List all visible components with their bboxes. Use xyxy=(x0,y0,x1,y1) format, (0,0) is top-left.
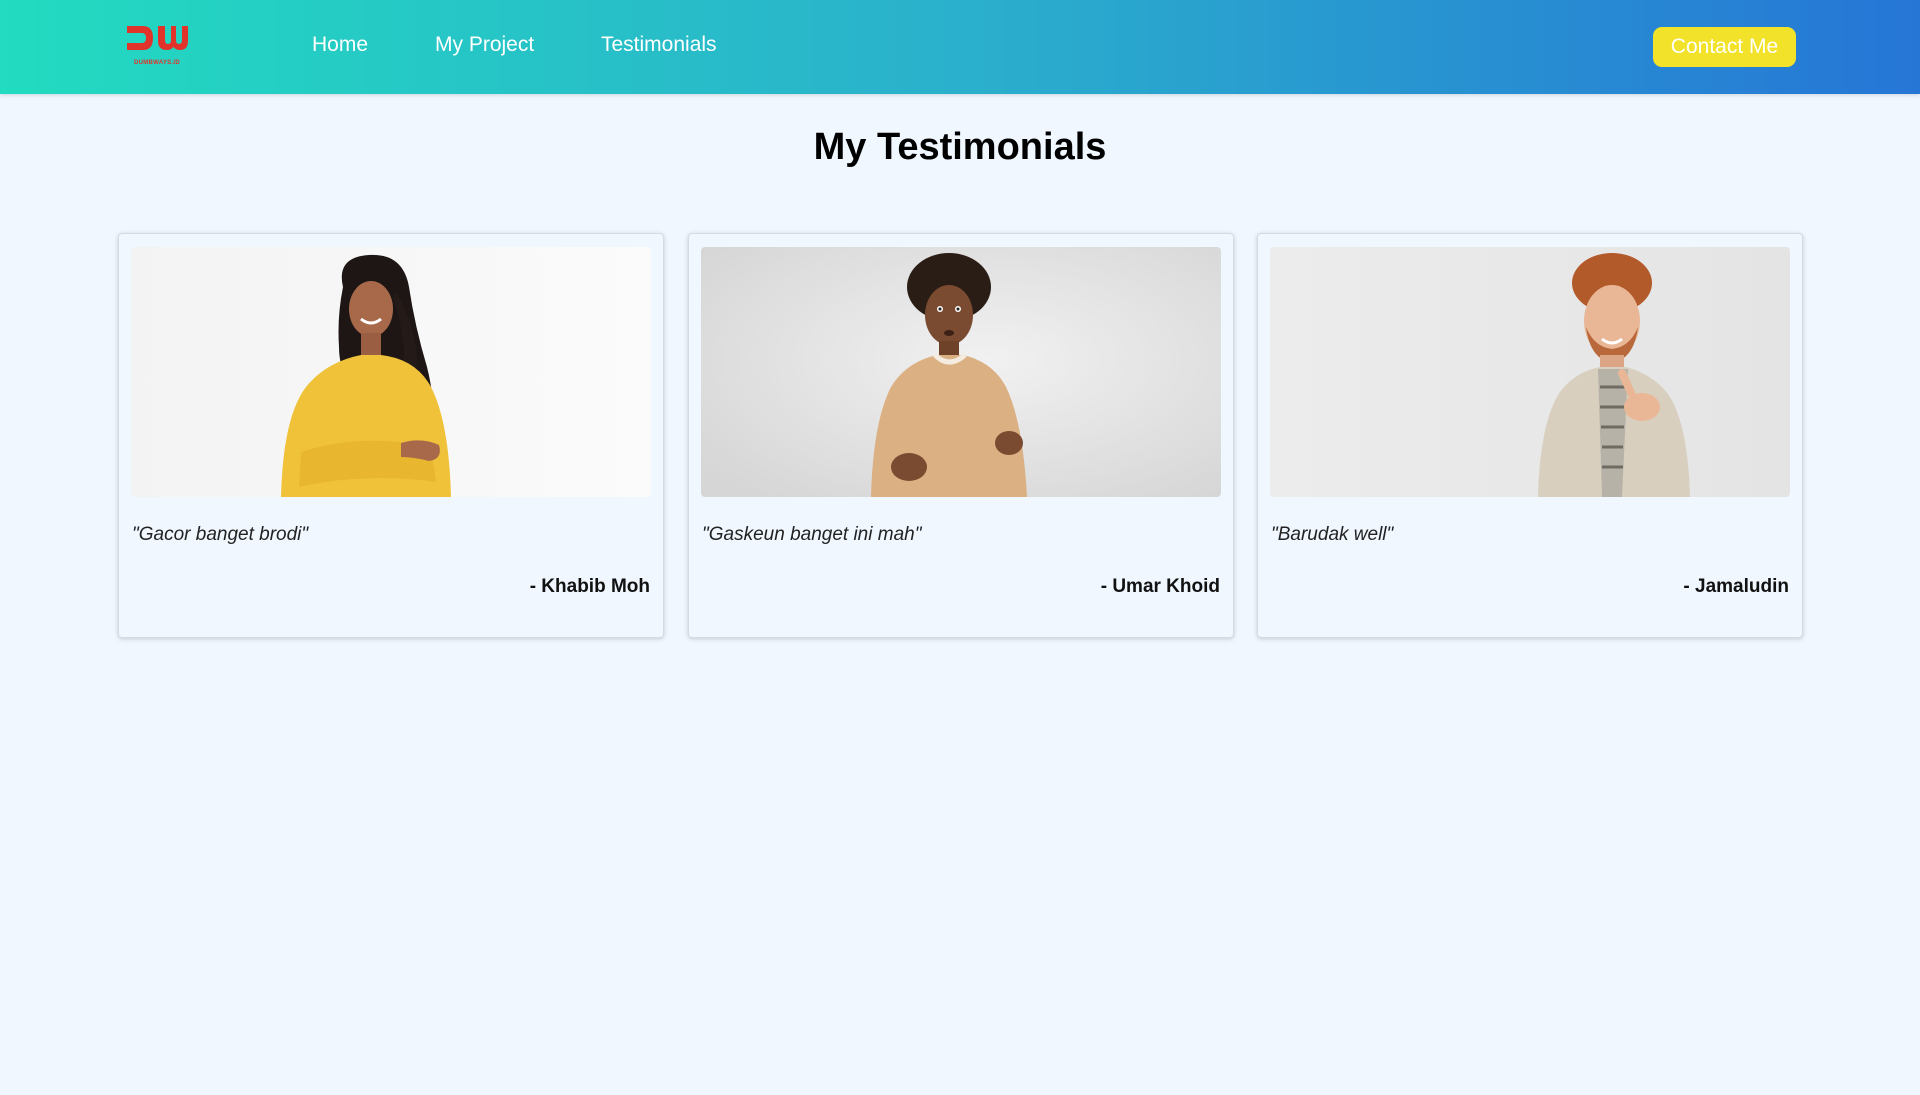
nav-link-testimonials[interactable]: Testimonials xyxy=(601,33,717,57)
navbar: DUMBWAYS.ID Home My Project Testimonials… xyxy=(0,0,1920,94)
testimonial-quote: "Barudak well" xyxy=(1271,524,1394,545)
contact-me-button[interactable]: Contact Me xyxy=(1653,27,1796,67)
testimonial-author: - Jamaludin xyxy=(1683,576,1789,597)
smiling-woman-photo xyxy=(131,247,651,497)
testimonial-author: - Khabib Moh xyxy=(529,576,650,597)
shrugging-man-photo xyxy=(701,247,1221,497)
testimonial-card: "Barudak well" - Jamaludin xyxy=(1257,233,1803,638)
testimonial-quote: "Gacor banget brodi" xyxy=(132,524,309,545)
pointing-man-photo xyxy=(1270,247,1790,497)
logo-subtitle: DUMBWAYS.ID xyxy=(133,60,181,66)
testimonial-author: - Umar Khoid xyxy=(1100,576,1220,597)
nav-link-home[interactable]: Home xyxy=(312,33,368,57)
dumbways-logo-icon[interactable]: DUMBWAYS.ID xyxy=(125,22,189,70)
testimonial-quote: "Gaskeun banget ini mah" xyxy=(702,524,922,545)
testimonial-card: "Gaskeun banget ini mah" - Umar Khoid xyxy=(688,233,1234,638)
page-title: My Testimonials xyxy=(813,126,1107,168)
testimonial-card: "Gacor banget brodi" - Khabib Moh xyxy=(118,233,664,638)
nav-link-my-project[interactable]: My Project xyxy=(435,33,534,57)
